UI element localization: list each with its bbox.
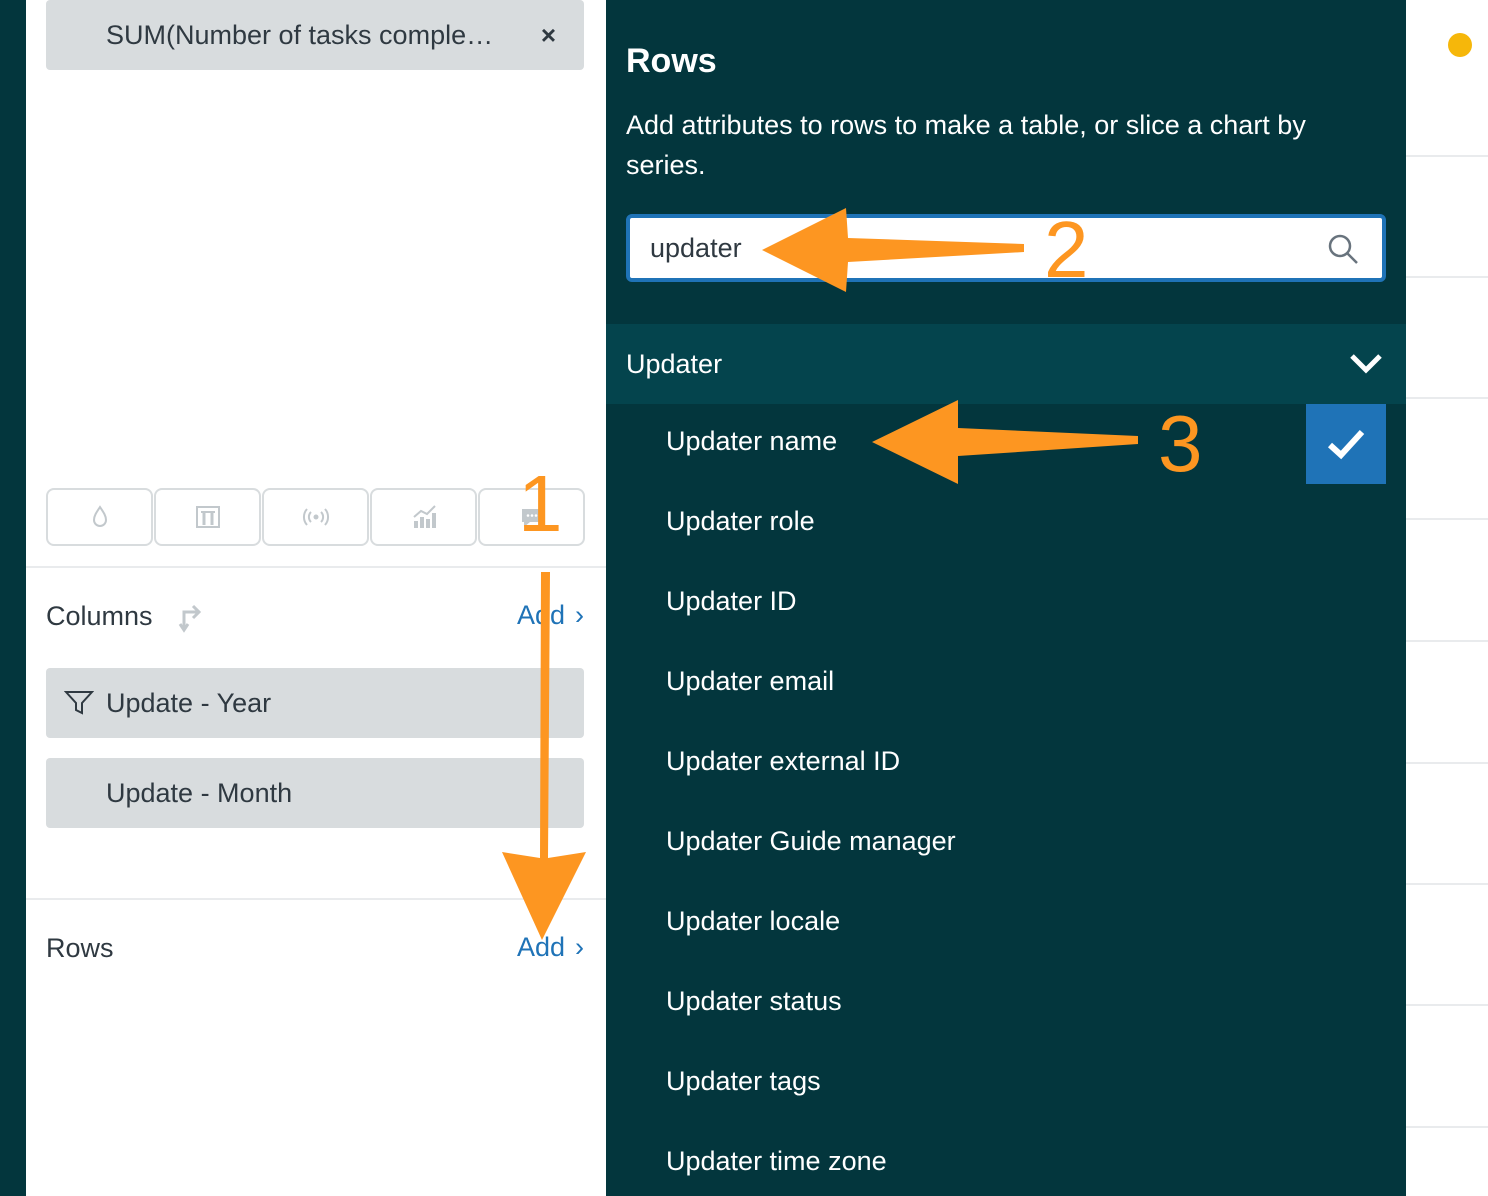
option-label: Updater status (666, 986, 842, 1016)
columns-add-label: Add (516, 600, 565, 630)
option-label: Updater ID (666, 586, 797, 616)
chevron-right-icon: › (575, 600, 584, 630)
search-icon[interactable] (1326, 232, 1360, 266)
canvas-gridline (1406, 640, 1488, 642)
rows-add-link[interactable]: Add › (517, 932, 584, 963)
canvas-gridline (1406, 1126, 1488, 1128)
chevron-right-icon: › (575, 932, 584, 962)
filter-icon[interactable] (64, 690, 94, 716)
attribute-option[interactable]: Updater role (606, 484, 1386, 564)
option-label: Updater role (666, 506, 815, 536)
section-divider (26, 898, 606, 900)
option-label: Updater time zone (666, 1146, 887, 1176)
attribute-option[interactable]: Updater ID (606, 564, 1386, 644)
option-label: Updater email (666, 666, 835, 696)
trend-chart-icon[interactable] (370, 488, 477, 546)
query-config-panel: SUM(Number of tasks comple… × Columns Ad… (26, 0, 606, 1196)
attribute-option[interactable]: Updater tags (606, 1044, 1386, 1124)
column-pill-label: Update - Year (106, 687, 272, 718)
chevron-down-icon[interactable] (1348, 348, 1384, 378)
columns-add-link[interactable]: Add › (517, 600, 584, 631)
rows-section-label: Rows (46, 933, 114, 963)
left-nav-strip (0, 0, 26, 1196)
canvas-gridline (1406, 1004, 1488, 1006)
option-label: Updater name (666, 426, 838, 456)
attribute-option[interactable]: Updater external ID (606, 724, 1386, 804)
attribute-option[interactable]: Updater email (606, 644, 1386, 724)
columns-section-label: Columns (46, 601, 153, 631)
canvas-gridline (1406, 518, 1488, 520)
canvas-gridline (1406, 155, 1488, 157)
option-label: Updater Guide manager (666, 826, 956, 856)
droplet-icon[interactable] (46, 488, 153, 546)
broadcast-icon[interactable] (262, 488, 369, 546)
option-label: Updater external ID (666, 746, 901, 776)
column-pill-label: Update - Month (106, 777, 293, 808)
picker-description: Add attributes to rows to make a table, … (626, 110, 1306, 180)
attribute-option[interactable]: Updater Guide manager (606, 804, 1386, 884)
option-label: Updater tags (666, 1066, 821, 1096)
canvas-gridline (1406, 883, 1488, 885)
section-divider (26, 566, 606, 568)
rows-add-label: Add (516, 932, 565, 962)
metric-pill[interactable]: SUM(Number of tasks comple… × (46, 0, 584, 70)
status-dot (1448, 33, 1472, 57)
attribute-option[interactable]: Updater name (606, 404, 1386, 484)
canvas-gridline (1406, 397, 1488, 399)
metric-pill-label: SUM(Number of tasks comple… (106, 19, 494, 50)
attribute-option[interactable]: Updater locale (606, 884, 1386, 964)
checkmark-icon[interactable] (1306, 404, 1386, 484)
attribute-search[interactable] (626, 214, 1386, 282)
canvas-gridline (1406, 276, 1488, 278)
group-label: Updater (626, 348, 723, 379)
attribute-option[interactable]: Updater status (606, 964, 1386, 1044)
swap-axes-icon[interactable] (172, 600, 204, 634)
visualization-toolbar (46, 488, 586, 546)
step-number-2: 2 (1044, 205, 1089, 294)
attribute-group-updater[interactable]: Updater (606, 324, 1406, 404)
rows-picker-panel: Rows Add attributes to rows to make a ta… (606, 0, 1406, 1196)
column-pill-update-year[interactable]: Update - Year (46, 668, 584, 738)
report-canvas-edge (1406, 0, 1488, 1196)
step-number-3: 3 (1158, 399, 1203, 488)
picker-title: Rows (626, 42, 717, 80)
step-number-1: 1 (518, 459, 563, 548)
attribute-option[interactable]: Updater time zone (606, 1124, 1386, 1196)
search-input[interactable] (650, 226, 1310, 270)
bar-filter-icon[interactable] (154, 488, 261, 546)
canvas-gridline (1406, 762, 1488, 764)
close-icon[interactable]: × (541, 20, 556, 51)
option-label: Updater locale (666, 906, 841, 936)
column-pill-update-month[interactable]: Update - Month (46, 758, 584, 828)
